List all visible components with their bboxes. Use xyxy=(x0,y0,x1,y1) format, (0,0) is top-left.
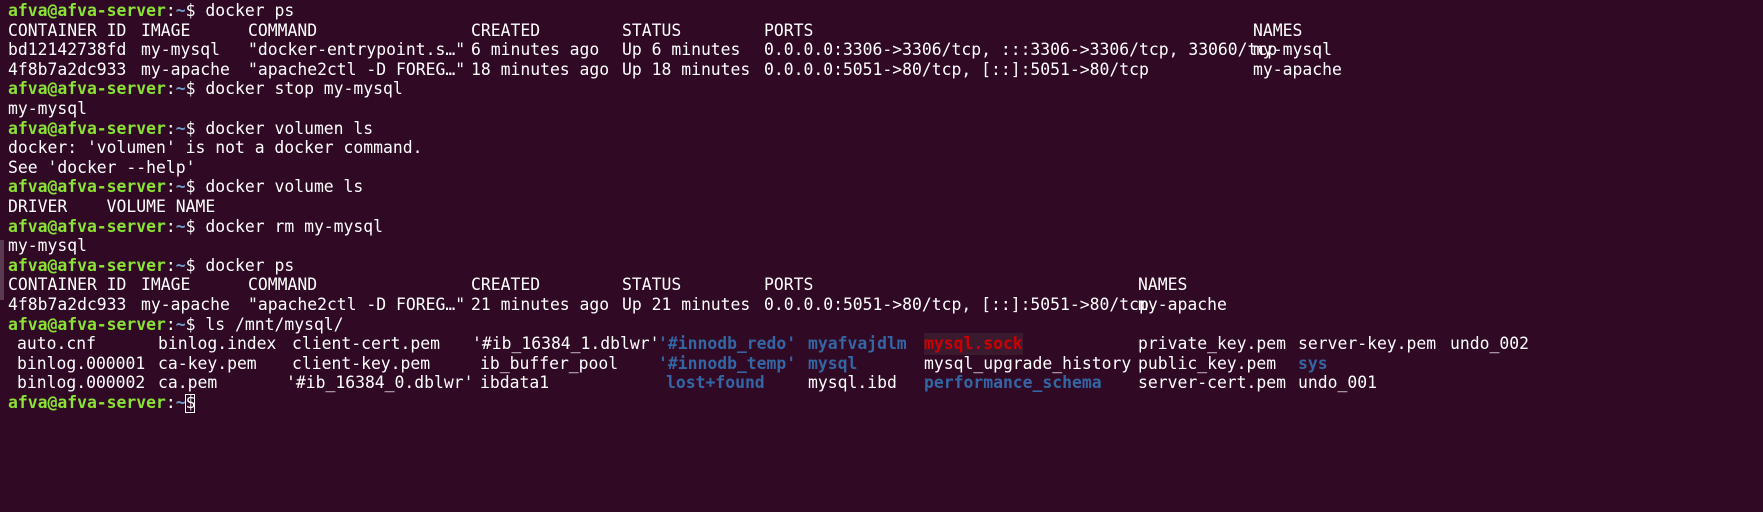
prompt-symbol: $ xyxy=(185,314,196,334)
prompt-line: afva@afva-server:~$ xyxy=(0,392,1763,414)
prompt-separator: : xyxy=(165,79,176,99)
prompt-symbol: $ xyxy=(185,79,196,99)
prompt-separator: : xyxy=(165,255,176,275)
prompt-user-host: afva@afva-server xyxy=(8,393,166,412)
prompt-separator: : xyxy=(165,314,176,334)
prompt: afva@afva-server:~$ xyxy=(8,392,205,414)
prompt-path: ~ xyxy=(175,314,186,334)
prompt-user-host: afva@afva-server xyxy=(8,177,166,197)
prompt-separator: : xyxy=(165,393,176,412)
prompt-symbol: $ xyxy=(185,216,196,236)
prompt-separator: : xyxy=(165,118,176,138)
prompt-symbol: $ xyxy=(185,255,196,275)
prompt-path: ~ xyxy=(175,177,186,197)
prompt-path: ~ xyxy=(175,216,186,236)
prompt-user-host: afva@afva-server xyxy=(8,118,166,138)
command-text: docker rm my-mysql xyxy=(205,216,384,236)
command-text: docker volumen ls xyxy=(205,118,374,138)
prompt-symbol: $ xyxy=(185,177,196,197)
prompt-user-host: afva@afva-server xyxy=(8,79,166,99)
command-text: docker stop my-mysql xyxy=(205,79,403,99)
prompt-separator: : xyxy=(165,216,176,236)
terminal-window[interactable]: afva@afva-server:~$ docker ps CONTAINER I… xyxy=(0,0,1763,512)
prompt-path: ~ xyxy=(175,79,186,99)
command-text: docker volume ls xyxy=(205,177,364,197)
prompt-path: ~ xyxy=(175,118,186,138)
prompt-user-host: afva@afva-server xyxy=(8,216,166,236)
prompt-user-host: afva@afva-server xyxy=(8,314,166,334)
command-text: docker ps xyxy=(205,255,295,275)
prompt-path: ~ xyxy=(175,255,186,275)
prompt-user-host: afva@afva-server xyxy=(8,255,166,275)
prompt-symbol: $ xyxy=(185,1,196,20)
command-text: docker ps xyxy=(205,1,295,20)
prompt-path: ~ xyxy=(175,1,186,20)
command-text: ls /mnt/mysql/ xyxy=(205,314,344,334)
prompt-user-host: afva@afva-server xyxy=(8,1,166,20)
prompt-separator: : xyxy=(165,177,176,197)
prompt-symbol: $ xyxy=(185,118,196,138)
text-cursor[interactable] xyxy=(185,394,195,413)
prompt-separator: : xyxy=(165,1,176,20)
